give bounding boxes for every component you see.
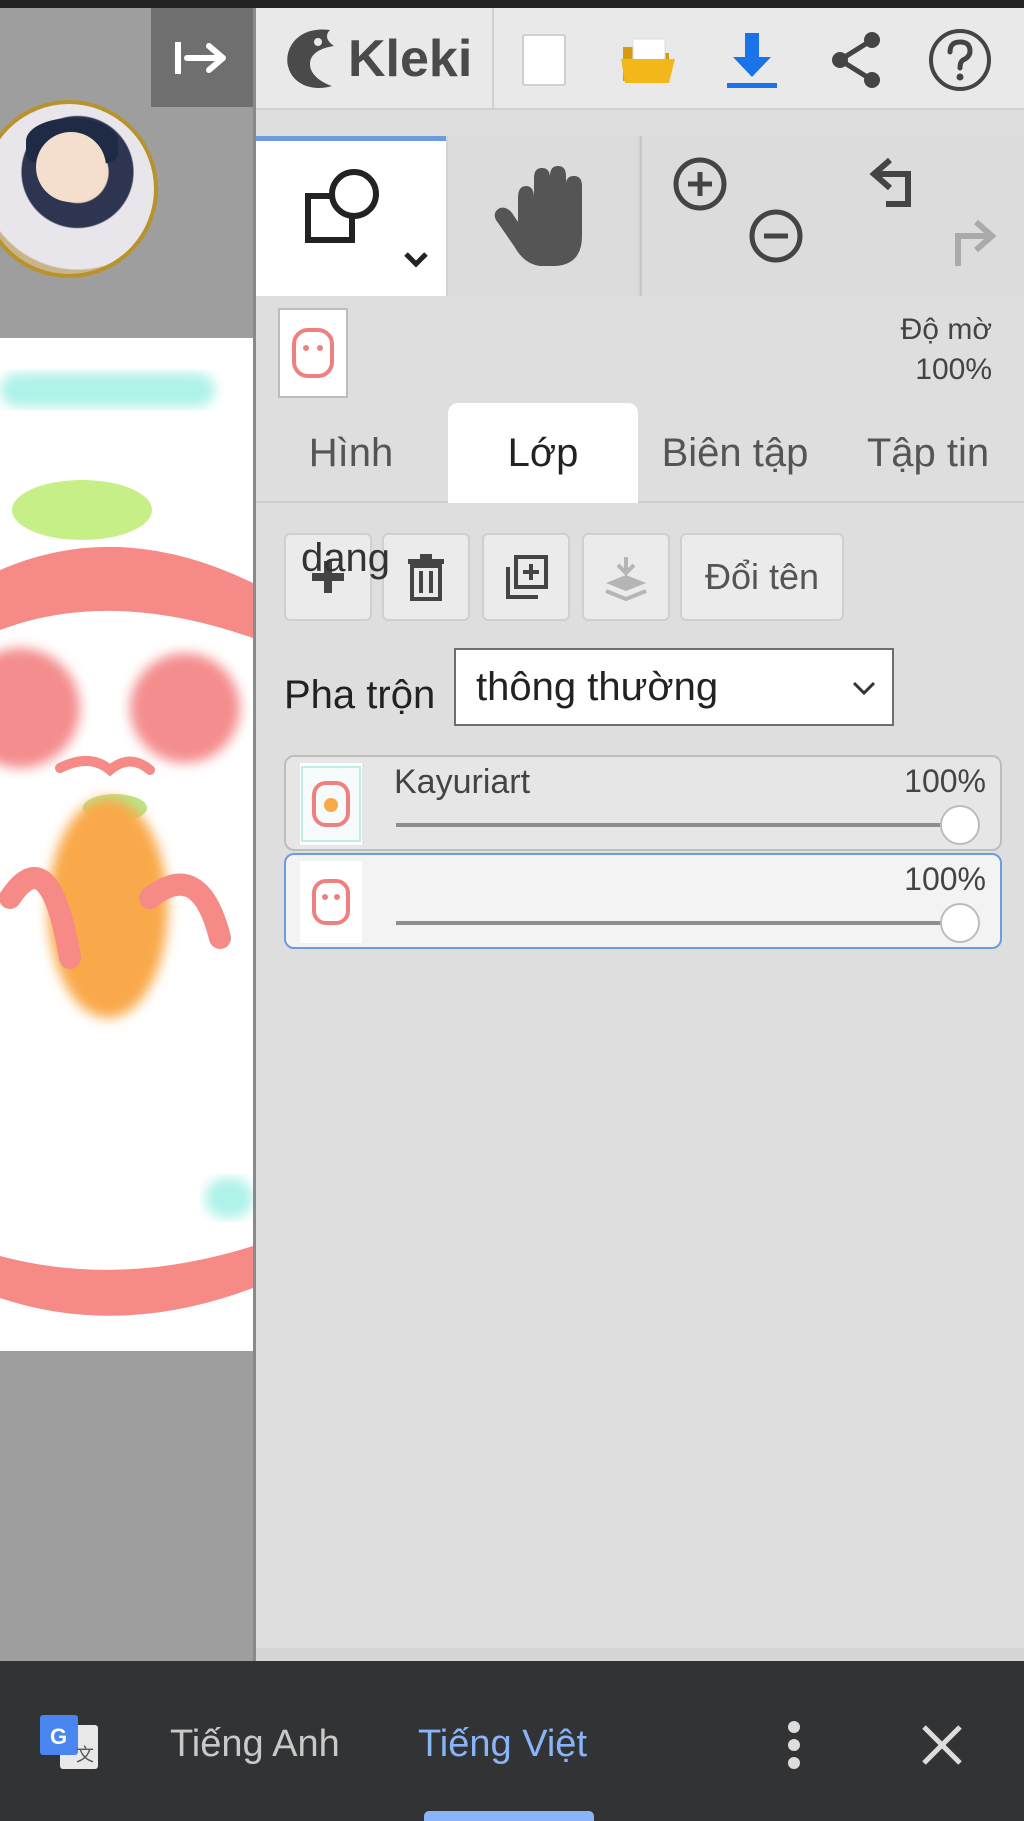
- tab-layers[interactable]: Lớp: [448, 403, 638, 503]
- more-vert-icon: [788, 1721, 800, 1769]
- blend-mode-value: thông thường: [476, 664, 719, 709]
- layer-opacity-text: 100%: [904, 763, 986, 799]
- close-translate-button[interactable]: [912, 1715, 972, 1775]
- layer-opacity-knob[interactable]: [940, 805, 980, 845]
- top-bar: Kleki: [256, 8, 1024, 110]
- trash-icon: [408, 554, 444, 601]
- more-options-button[interactable]: [772, 1715, 816, 1775]
- status-bar: [0, 0, 1024, 8]
- download-icon: [727, 33, 777, 88]
- new-image-button[interactable]: [506, 22, 582, 98]
- layer-item[interactable]: Kayuriart 100%: [284, 755, 1002, 851]
- undo-icon[interactable]: [860, 154, 924, 214]
- rename-layer-button[interactable]: Đổi tên: [680, 533, 844, 621]
- hand-tool-button[interactable]: [448, 136, 638, 296]
- user-avatar: [0, 100, 158, 278]
- opacity-readout: Độ mờ 100%: [832, 310, 992, 390]
- tool-panel: Kleki Độ mờ 100% Hình Lớp Biên tập Tập t…: [256, 8, 1024, 1661]
- tool-row: [256, 136, 1024, 296]
- svg-text:G: G: [50, 1724, 67, 1749]
- layer-name: Kayuriart: [394, 763, 531, 801]
- close-icon: [922, 1725, 962, 1765]
- canvas-gutter: [0, 278, 255, 344]
- shape-tool-button[interactable]: [256, 136, 446, 296]
- layer-item-selected[interactable]: 100%: [284, 853, 1002, 949]
- share-icon: [832, 32, 880, 88]
- active-language-indicator: [424, 1811, 594, 1821]
- svg-text:文: 文: [76, 1745, 94, 1766]
- duplicate-icon: [506, 555, 548, 599]
- chevron-down-icon: [852, 681, 876, 696]
- zoom-out-icon[interactable]: [746, 206, 806, 266]
- zoom-in-icon[interactable]: [670, 154, 730, 214]
- layer-preview-thumbnail[interactable]: [278, 308, 348, 398]
- zoom-undo-group: [640, 136, 1024, 296]
- merge-down-button[interactable]: [582, 533, 670, 621]
- opacity-value: 100%: [915, 353, 992, 386]
- kleki-logo-icon: [287, 29, 334, 88]
- merge-down-icon: [605, 557, 647, 601]
- panel-tabs: Hình Lớp Biên tập Tập tin: [256, 403, 1024, 503]
- layer-opacity-text: 100%: [904, 861, 986, 897]
- translate-bar: G 文 Tiếng Anh Tiếng Việt: [0, 1661, 1024, 1821]
- kleki-logo[interactable]: Kleki: [280, 22, 472, 96]
- logo-text: Kleki: [348, 30, 473, 88]
- help-icon: [929, 29, 991, 91]
- blend-mode-label: Pha trộn: [284, 673, 436, 717]
- shape-tool-icon: [305, 169, 428, 268]
- redo-icon[interactable]: [942, 216, 1006, 276]
- duplicate-layer-button[interactable]: [482, 533, 570, 621]
- layer-opacity-knob[interactable]: [940, 903, 980, 943]
- tab-shape[interactable]: Hình: [256, 403, 446, 503]
- translated-overlay-text: dang: [301, 536, 390, 580]
- artwork: [0, 373, 253, 1316]
- layer-thumbnail: [300, 861, 362, 943]
- target-language-tab[interactable]: Tiếng Việt: [418, 1723, 587, 1766]
- new-document-icon: [522, 34, 566, 86]
- google-translate-icon[interactable]: G 文: [38, 1711, 100, 1773]
- delete-layer-button[interactable]: [382, 533, 470, 621]
- layer-opacity-slider[interactable]: [396, 823, 956, 827]
- drawing-canvas[interactable]: [0, 338, 253, 1351]
- collapse-panel-button[interactable]: [151, 8, 253, 107]
- hand-icon: [494, 166, 582, 266]
- blend-mode-select[interactable]: thông thường: [454, 648, 894, 726]
- share-button[interactable]: [818, 22, 894, 98]
- layer-opacity-slider[interactable]: [396, 921, 956, 925]
- tab-file[interactable]: Tập tin: [832, 403, 1024, 503]
- download-button[interactable]: [714, 22, 790, 98]
- tab-edit[interactable]: Biên tập: [640, 403, 830, 503]
- open-button[interactable]: [610, 22, 686, 98]
- layer-thumbnail: [300, 763, 362, 845]
- folder-open-icon: [621, 38, 675, 83]
- opacity-label: Độ mờ: [900, 313, 992, 346]
- canvas-area[interactable]: [0, 8, 255, 1661]
- source-language-tab[interactable]: Tiếng Anh: [170, 1723, 340, 1766]
- help-button[interactable]: [922, 22, 998, 98]
- arrow-right-bar-icon: [175, 41, 226, 74]
